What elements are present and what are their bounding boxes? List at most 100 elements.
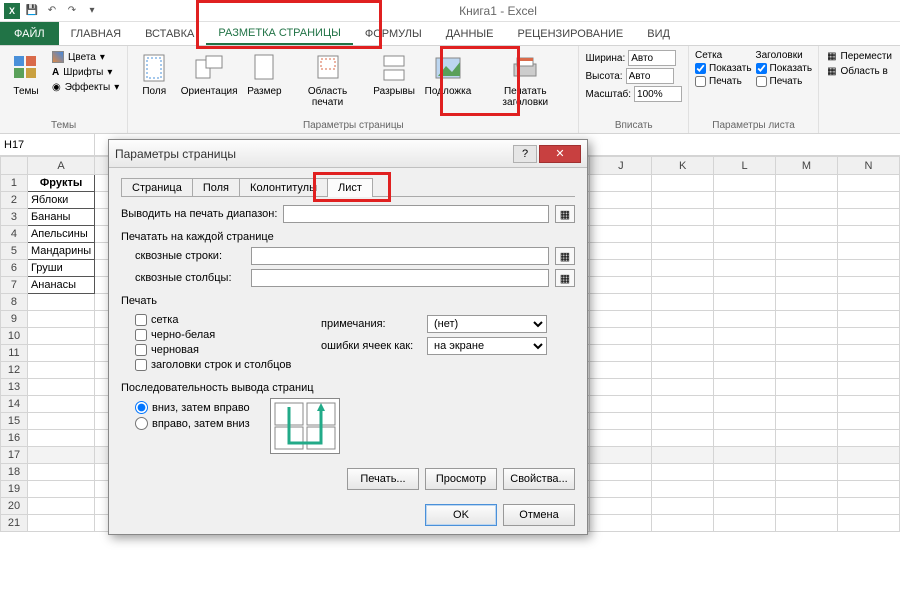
cell[interactable] <box>652 362 714 379</box>
cell[interactable] <box>27 481 94 498</box>
cell[interactable] <box>27 328 94 345</box>
cell[interactable] <box>652 175 714 192</box>
cell[interactable] <box>775 498 837 515</box>
cell[interactable] <box>714 260 776 277</box>
cell[interactable] <box>652 379 714 396</box>
tab-page-layout[interactable]: РАЗМЕТКА СТРАНИЦЫ <box>206 22 352 45</box>
cell[interactable] <box>714 498 776 515</box>
cell[interactable] <box>652 345 714 362</box>
row-header[interactable]: 17 <box>1 447 28 464</box>
cell[interactable] <box>775 226 837 243</box>
row-header[interactable]: 18 <box>1 464 28 481</box>
column-header[interactable]: A <box>27 157 94 175</box>
rowcolhead-checkbox[interactable] <box>135 359 147 371</box>
row-header[interactable]: 16 <box>1 430 28 447</box>
cell[interactable] <box>27 515 94 532</box>
cell[interactable] <box>714 362 776 379</box>
tab-home[interactable]: ГЛАВНАЯ <box>59 22 133 45</box>
height-input[interactable] <box>626 68 674 84</box>
cell[interactable] <box>590 277 652 294</box>
cell[interactable] <box>775 481 837 498</box>
cell[interactable] <box>837 260 899 277</box>
cell[interactable] <box>837 481 899 498</box>
row-header[interactable]: 10 <box>1 328 28 345</box>
gridlines-checkbox[interactable] <box>135 314 147 326</box>
cell[interactable] <box>590 464 652 481</box>
preview-button[interactable]: Просмотр <box>425 468 497 490</box>
overdown-radio[interactable] <box>135 417 148 430</box>
print-titles-button[interactable]: Печатать заголовки <box>478 50 572 110</box>
area-button[interactable]: ▦ Область в <box>825 65 894 78</box>
cell[interactable] <box>714 328 776 345</box>
row-header[interactable]: 9 <box>1 311 28 328</box>
cell[interactable] <box>837 379 899 396</box>
column-header[interactable]: L <box>714 157 776 175</box>
row-header[interactable]: 4 <box>1 226 28 243</box>
cell[interactable] <box>837 515 899 532</box>
cell[interactable] <box>590 311 652 328</box>
cell[interactable] <box>652 294 714 311</box>
cell[interactable] <box>837 447 899 464</box>
cell[interactable]: Мандарины <box>27 243 94 260</box>
row-header[interactable]: 7 <box>1 277 28 294</box>
print-area-button[interactable]: Область печати <box>289 50 367 110</box>
cell[interactable] <box>590 294 652 311</box>
cell[interactable] <box>714 345 776 362</box>
row-header[interactable]: 12 <box>1 362 28 379</box>
cell[interactable] <box>652 430 714 447</box>
cell[interactable] <box>714 192 776 209</box>
name-box[interactable] <box>0 134 95 155</box>
cell[interactable] <box>590 515 652 532</box>
cell[interactable] <box>27 430 94 447</box>
cell[interactable]: Ананасы <box>27 277 94 294</box>
tab-view[interactable]: ВИД <box>635 22 682 45</box>
dlg-tab-page[interactable]: Страница <box>121 178 193 197</box>
row-header[interactable]: 20 <box>1 498 28 515</box>
row-header[interactable]: 15 <box>1 413 28 430</box>
cell[interactable] <box>775 277 837 294</box>
cell[interactable] <box>652 277 714 294</box>
cell[interactable] <box>590 481 652 498</box>
ok-button[interactable]: OK <box>425 504 497 526</box>
cell[interactable] <box>27 464 94 481</box>
cell[interactable] <box>714 413 776 430</box>
grid-show-checkbox[interactable] <box>695 63 706 74</box>
cell[interactable] <box>652 209 714 226</box>
cell[interactable] <box>590 192 652 209</box>
cell[interactable] <box>775 175 837 192</box>
cell[interactable] <box>714 515 776 532</box>
cell[interactable]: Фрукты <box>27 175 94 192</box>
cell[interactable] <box>837 294 899 311</box>
cell[interactable] <box>714 396 776 413</box>
cell[interactable] <box>714 379 776 396</box>
tab-file[interactable]: ФАЙЛ <box>0 22 59 45</box>
cell[interactable] <box>652 515 714 532</box>
row-header[interactable]: 11 <box>1 345 28 362</box>
width-input[interactable] <box>628 50 676 66</box>
cell[interactable] <box>837 430 899 447</box>
cell[interactable]: Груши <box>27 260 94 277</box>
head-print-checkbox[interactable] <box>756 76 767 87</box>
cell[interactable] <box>27 447 94 464</box>
cell[interactable] <box>837 226 899 243</box>
cell[interactable] <box>837 413 899 430</box>
cell[interactable] <box>590 345 652 362</box>
cell[interactable] <box>837 345 899 362</box>
cell[interactable] <box>27 379 94 396</box>
cell[interactable] <box>590 413 652 430</box>
scale-input[interactable] <box>634 86 682 102</box>
row-header[interactable]: 13 <box>1 379 28 396</box>
cell[interactable] <box>652 192 714 209</box>
cell[interactable] <box>775 379 837 396</box>
cell[interactable] <box>714 447 776 464</box>
cell[interactable] <box>837 192 899 209</box>
cell[interactable] <box>837 498 899 515</box>
colors-button[interactable]: Цвета ▾ <box>50 50 121 64</box>
cell[interactable] <box>590 498 652 515</box>
properties-button[interactable]: Свойства... <box>503 468 575 490</box>
cell[interactable] <box>27 396 94 413</box>
cell[interactable] <box>714 311 776 328</box>
bw-checkbox[interactable] <box>135 329 147 341</box>
tab-formulas[interactable]: ФОРМУЛЫ <box>353 22 434 45</box>
cell[interactable] <box>714 294 776 311</box>
